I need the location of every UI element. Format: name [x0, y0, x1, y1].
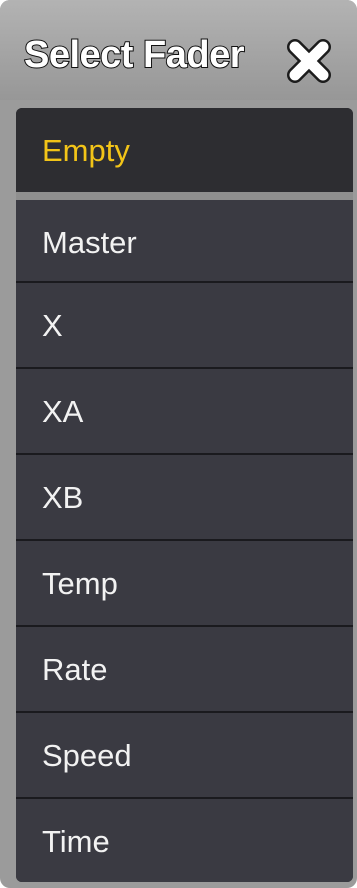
dialog-title: Select Fader: [23, 33, 246, 77]
fader-option-x[interactable]: X: [16, 283, 353, 368]
fader-option-label: Empty: [42, 132, 130, 168]
fader-option-label: Master: [42, 224, 137, 260]
close-x-icon: [287, 39, 331, 83]
fader-option-empty[interactable]: Empty: [16, 108, 353, 193]
select-fader-dialog: Select Fader Empty Master X XA XB Temp R…: [0, 0, 357, 888]
fader-option-label: XB: [42, 479, 84, 515]
fader-option-label: Rate: [42, 651, 108, 687]
close-button[interactable]: [284, 36, 334, 86]
fader-option-xb[interactable]: XB: [16, 455, 353, 540]
fader-list: Empty Master X XA XB Temp Rate Speed Tim…: [16, 108, 353, 882]
list-separator: [16, 192, 353, 200]
fader-option-speed[interactable]: Speed: [16, 713, 353, 798]
fader-option-label: X: [42, 307, 63, 343]
fader-option-label: Temp: [42, 565, 118, 601]
fader-option-master[interactable]: Master: [16, 200, 353, 285]
fader-option-rate[interactable]: Rate: [16, 627, 353, 712]
fader-option-label: Time: [42, 823, 110, 859]
dialog-titlebar: Select Fader: [0, 0, 357, 100]
fader-option-xa[interactable]: XA: [16, 369, 353, 454]
fader-option-label: XA: [42, 393, 84, 429]
fader-option-time[interactable]: Time: [16, 799, 353, 882]
fader-option-temp[interactable]: Temp: [16, 541, 353, 626]
fader-option-label: Speed: [42, 737, 132, 773]
